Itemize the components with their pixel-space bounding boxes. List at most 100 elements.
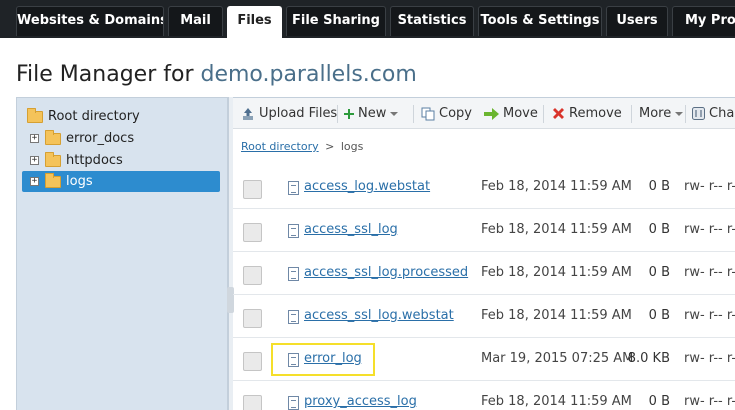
row-checkbox[interactable]	[243, 266, 262, 285]
chevron-down-icon	[675, 111, 684, 116]
file-size: 8.0 KB	[627, 351, 670, 366]
more-button[interactable]: More	[639, 98, 684, 129]
file-row: access_log.webstat Feb 18, 2014 11:59 AM…	[233, 166, 735, 209]
more-label: More	[639, 106, 672, 121]
row-checkbox[interactable]	[243, 309, 262, 328]
file-date: Feb 18, 2014 11:59 AM	[481, 265, 632, 280]
directory-tree: Root directory + error_docs + httpdocs +…	[16, 97, 228, 410]
upload-files-label: Upload Files	[259, 106, 338, 121]
file-size: 0 B	[648, 394, 670, 409]
breadcrumb-current: logs	[340, 140, 364, 153]
file-name-link[interactable]: proxy_access_log	[304, 394, 417, 409]
file-row: access_ssl_log.webstat Feb 18, 2014 11:5…	[233, 295, 735, 338]
file-permissions: rw- r-- r--	[684, 394, 735, 409]
file-icon	[288, 267, 299, 281]
tree-item-label: error_docs	[66, 131, 135, 146]
settings-icon	[692, 107, 705, 120]
expand-icon[interactable]: +	[30, 177, 39, 186]
breadcrumb-root-link[interactable]: Root directory	[241, 140, 319, 153]
toolbar-divider	[631, 105, 632, 123]
row-checkbox[interactable]	[243, 223, 262, 242]
plus-icon	[344, 108, 354, 119]
remove-button[interactable]: Remove	[552, 98, 622, 129]
tab-users[interactable]: Users	[606, 6, 668, 36]
file-name-link[interactable]: access_ssl_log.webstat	[304, 308, 454, 323]
change-permissions-button[interactable]: Cha	[692, 98, 734, 129]
row-checkbox[interactable]	[243, 395, 262, 410]
file-size: 0 B	[648, 222, 670, 237]
file-name-link[interactable]: access_ssl_log	[304, 222, 398, 237]
file-permissions: rw- r-- r--	[684, 265, 735, 280]
toolbar-divider	[413, 105, 414, 123]
upload-icon	[243, 107, 253, 120]
page-title-domain: demo.parallels.com	[200, 62, 417, 87]
file-size: 0 B	[648, 179, 670, 194]
tree-root-label: Root directory	[48, 109, 140, 124]
folder-icon	[27, 108, 43, 123]
file-size: 0 B	[648, 308, 670, 323]
folder-icon	[45, 173, 61, 188]
toolbar-divider	[337, 105, 338, 123]
new-button[interactable]: New	[344, 98, 399, 129]
file-toolbar: Upload Files New Copy Move Remove More C…	[233, 97, 735, 129]
move-button[interactable]: Move	[484, 98, 538, 129]
file-icon	[288, 396, 299, 410]
file-size: 0 B	[648, 265, 670, 280]
change-label: Cha	[709, 106, 735, 121]
toolbar-divider	[543, 105, 544, 123]
copy-button[interactable]: Copy	[421, 98, 472, 129]
file-date: Feb 18, 2014 11:59 AM	[481, 394, 632, 409]
tree-item-httpdocs[interactable]: + httpdocs	[25, 150, 221, 171]
file-row: proxy_access_log Feb 18, 2014 11:59 AM 0…	[233, 381, 735, 410]
upload-files-button[interactable]: Upload Files	[241, 98, 337, 129]
file-permissions: rw- r-- r--	[684, 308, 735, 323]
tree-item-error-docs[interactable]: + error_docs	[25, 128, 221, 149]
file-permissions: rw- r-- r--	[684, 351, 735, 366]
tab-websites-domains[interactable]: Websites & Domains	[16, 6, 164, 36]
tree-item-label: logs	[66, 174, 93, 189]
tab-my-profile[interactable]: My Profi	[672, 6, 735, 36]
tree-item-label: httpdocs	[66, 153, 123, 168]
tab-tools-settings[interactable]: Tools & Settings	[478, 6, 602, 36]
file-icon	[288, 224, 299, 238]
new-label: New	[358, 106, 387, 121]
main-tab-bar: Websites & Domains Mail Files File Shari…	[0, 0, 735, 38]
copy-icon	[421, 107, 435, 120]
file-name-link[interactable]: access_ssl_log.processed	[304, 265, 468, 280]
remove-label: Remove	[569, 106, 622, 121]
file-date: Feb 18, 2014 11:59 AM	[481, 308, 632, 323]
file-permissions: rw- r-- r--	[684, 222, 735, 237]
file-date: Feb 18, 2014 11:59 AM	[481, 222, 632, 237]
expand-icon[interactable]: +	[30, 156, 39, 165]
tree-item-logs[interactable]: + logs	[22, 171, 220, 192]
file-row: access_ssl_log.processed Feb 18, 2014 11…	[233, 252, 735, 295]
breadcrumb-separator: >	[325, 140, 335, 153]
file-row: access_ssl_log Feb 18, 2014 11:59 AM 0 B…	[233, 209, 735, 252]
chevron-down-icon	[390, 111, 399, 116]
file-icon	[288, 181, 299, 195]
folder-icon	[45, 130, 61, 145]
page-title-prefix: File Manager for	[16, 62, 201, 87]
move-label: Move	[503, 106, 538, 121]
toolbar-divider	[685, 105, 686, 123]
row-checkbox[interactable]	[243, 352, 262, 371]
file-date: Mar 19, 2015 07:25 AM	[481, 351, 634, 366]
tab-file-sharing[interactable]: File Sharing	[286, 6, 386, 36]
file-name-link[interactable]: access_log.webstat	[304, 179, 430, 194]
arrow-right-icon	[484, 107, 499, 120]
expand-icon[interactable]: +	[30, 134, 39, 143]
file-permissions: rw- r-- r--	[684, 179, 735, 194]
tab-files[interactable]: Files	[227, 6, 282, 38]
row-checkbox[interactable]	[243, 180, 262, 199]
tab-statistics[interactable]: Statistics	[390, 6, 474, 36]
highlight-box	[271, 343, 375, 376]
breadcrumb: Root directory > logs	[241, 140, 363, 153]
file-date: Feb 18, 2014 11:59 AM	[481, 179, 632, 194]
page-title: File Manager for demo.parallels.com	[16, 62, 417, 87]
folder-icon	[45, 152, 61, 167]
remove-icon	[553, 108, 564, 119]
file-icon	[288, 310, 299, 324]
copy-label: Copy	[439, 106, 472, 121]
tree-root[interactable]: Root directory	[25, 106, 221, 127]
tab-mail[interactable]: Mail	[168, 6, 223, 36]
